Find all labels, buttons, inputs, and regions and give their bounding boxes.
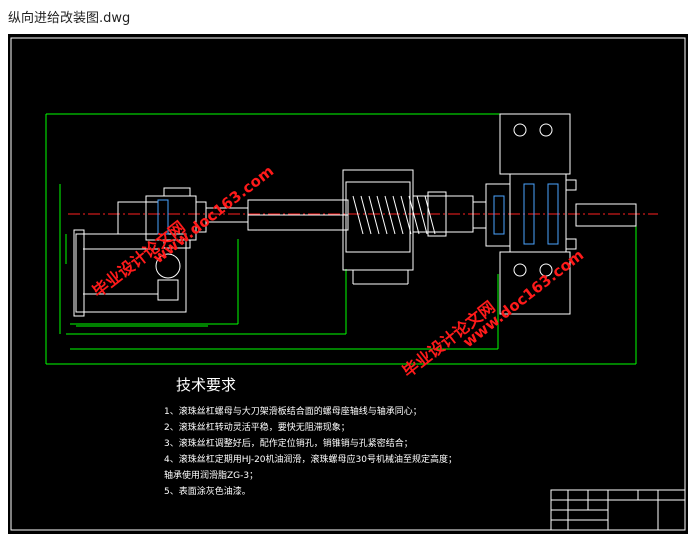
tech-requirement-item: 4、滚珠丝杠定期用HJ-20机油润滑，滚珠螺母应30号机械油至规定高度； (164, 453, 457, 465)
watermark-text: 毕业设计论文网 (89, 217, 189, 301)
watermark-url: www.doc163.com (459, 246, 587, 351)
tech-requirement-item: 1、滚珠丝杠螺母与大刀架滑板结合面的螺母座轴线与轴承同心； (164, 405, 422, 417)
title-bar: 纵向进给改装图.dwg (0, 0, 696, 34)
tech-requirement-item: 轴承使用润滑脂ZG-3； (164, 469, 258, 481)
drawing-canvas[interactable]: 技术要求 1、滚珠丝杠螺母与大刀架滑板结合面的螺母座轴线与轴承同心； 2、滚珠丝… (8, 34, 688, 534)
tech-requirement-item: 5、表面涂灰色油漆。 (164, 485, 251, 497)
screw-thread (352, 195, 436, 235)
tech-requirements-title: 技术要求 (176, 376, 236, 394)
cad-drawing: 技术要求 1、滚珠丝杠螺母与大刀架滑板结合面的螺母座轴线与轴承同心； 2、滚珠丝… (10, 37, 686, 531)
window-title: 纵向进给改装图.dwg (8, 11, 131, 26)
page: 纵向进给改装图.dwg 技术要求 1、滚珠丝杠螺母与大刀架滑板结合面的螺母座轴线… (0, 0, 696, 536)
tech-requirements-list: 1、滚珠丝杠螺母与大刀架滑板结合面的螺母座轴线与轴承同心； 2、滚珠丝杠转动灵活… (164, 405, 457, 497)
title-block (550, 489, 686, 531)
tech-requirement-item: 2、滚珠丝杠转动灵活平稳，要快无阻滞现象； (164, 421, 350, 433)
tech-requirement-item: 3、滚珠丝杠调整好后，配作定位销孔，销锥销与孔紧密结合； (164, 437, 413, 449)
